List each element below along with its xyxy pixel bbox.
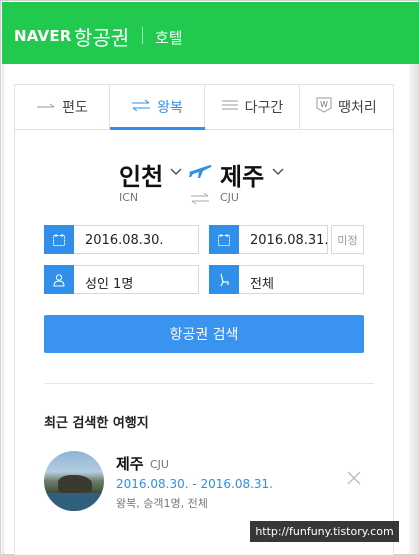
recent-search-item[interactable]: 제주 CJU 2016.08.30. - 2016.08.31. 왕복, 승객1… [44,451,374,521]
origin-city[interactable]: 인천 [119,157,163,192]
return-date-field[interactable]: 2016.08.31. [209,225,329,254]
app-frame: NAVER 항공권 호텔 편도 왕복 다구간 W 땡처리 인천 ICN 제주 C… [0,0,419,555]
recent-code: CJU [150,458,169,471]
recent-info: 왕복, 승객1명, 전체 [116,497,208,510]
watermark: http://funfuny.tistory.com [250,521,399,542]
destination-thumbnail [44,451,104,511]
seat-icon [209,265,239,294]
tab-one-way[interactable]: 편도 [15,85,110,129]
divider [44,383,374,384]
left-shadow [2,64,5,554]
recent-searches-title: 최근 검색한 여행지 [44,416,149,431]
return-date-value: 2016.08.31. [250,233,329,248]
undecided-button[interactable]: 미정 [331,225,364,254]
tab-label: 왕복 [157,100,183,116]
passengers-field[interactable]: 성인 1명 [44,265,199,294]
active-tab-indicator [110,127,205,130]
round-trip-arrows-icon [131,99,151,115]
passengers-value: 성인 1명 [85,277,134,292]
close-icon[interactable] [345,469,363,487]
multi-city-lines-icon [221,99,239,115]
trip-type-tabs: 편도 왕복 다구간 W 땡처리 [15,85,393,130]
destination-code: CJU [220,191,239,204]
person-icon [44,265,74,294]
seat-class-field[interactable]: 전체 [209,265,364,294]
search-card: 편도 왕복 다구간 W 땡처리 인천 ICN 제주 CJU 2016.08.30… [14,84,394,555]
depart-date-value: 2016.08.30. [85,233,164,248]
route-selector: 인천 ICN 제주 CJU [15,157,393,207]
w-deal-badge-icon: W [316,97,332,117]
thumbnail-sea [44,493,104,511]
tab-label: 편도 [62,100,88,116]
tab-multi-city[interactable]: 다구간 [205,85,300,129]
origin-code: ICN [119,191,139,204]
airplane-icon [188,161,212,183]
svg-text:W: W [320,100,328,109]
calendar-icon [44,225,74,254]
seat-class-value: 전체 [250,277,274,292]
thumbnail-rock [58,475,92,493]
swap-arrows-icon[interactable] [190,189,210,208]
depart-date-field[interactable]: 2016.08.30. [44,225,199,254]
destination-city[interactable]: 제주 [220,157,264,192]
tab-label: 다구간 [244,100,284,116]
hotel-link[interactable]: 호텔 [155,27,183,48]
destination-chevron-down-icon[interactable] [271,163,285,177]
calendar-icon [209,225,239,254]
naver-logo[interactable]: NAVER [14,27,72,45]
recent-dates: 2016.08.30. - 2016.08.31. [116,477,274,491]
flight-search-button[interactable]: 항공권 검색 [44,315,364,353]
recent-city: 제주 [116,455,144,473]
origin-chevron-down-icon[interactable] [169,163,183,177]
tab-round-trip[interactable]: 왕복 [110,85,205,129]
one-way-arrow-icon [36,99,56,115]
right-shadow [409,64,419,554]
tab-last-minute[interactable]: W 땡처리 [300,85,393,129]
tab-label: 땡처리 [338,100,377,116]
page-title[interactable]: 항공권 [74,22,129,51]
header-divider [142,27,143,44]
header-bar: NAVER 항공권 호텔 [2,2,419,64]
